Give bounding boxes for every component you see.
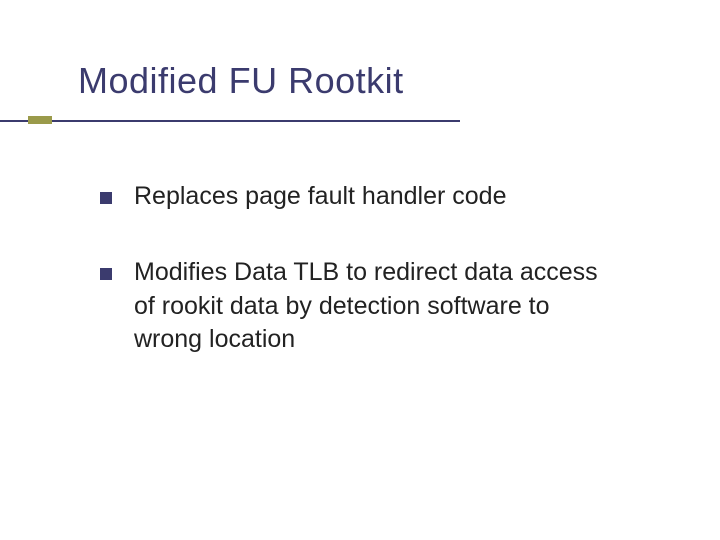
title-underline	[0, 120, 460, 122]
square-bullet-icon	[100, 192, 112, 204]
slide-title: Modified FU Rootkit	[78, 60, 660, 102]
title-area: Modified FU Rootkit	[78, 60, 660, 102]
title-accent	[28, 116, 52, 124]
bullet-item: Replaces page fault handler code	[100, 180, 660, 214]
bullet-text: Modifies Data TLB to redirect data acces…	[134, 256, 614, 357]
bullet-text: Replaces page fault handler code	[134, 180, 507, 214]
slide: Modified FU Rootkit Replaces page fault …	[0, 0, 720, 540]
square-bullet-icon	[100, 268, 112, 280]
content-area: Replaces page fault handler code Modifie…	[78, 180, 660, 357]
bullet-item: Modifies Data TLB to redirect data acces…	[100, 256, 660, 357]
